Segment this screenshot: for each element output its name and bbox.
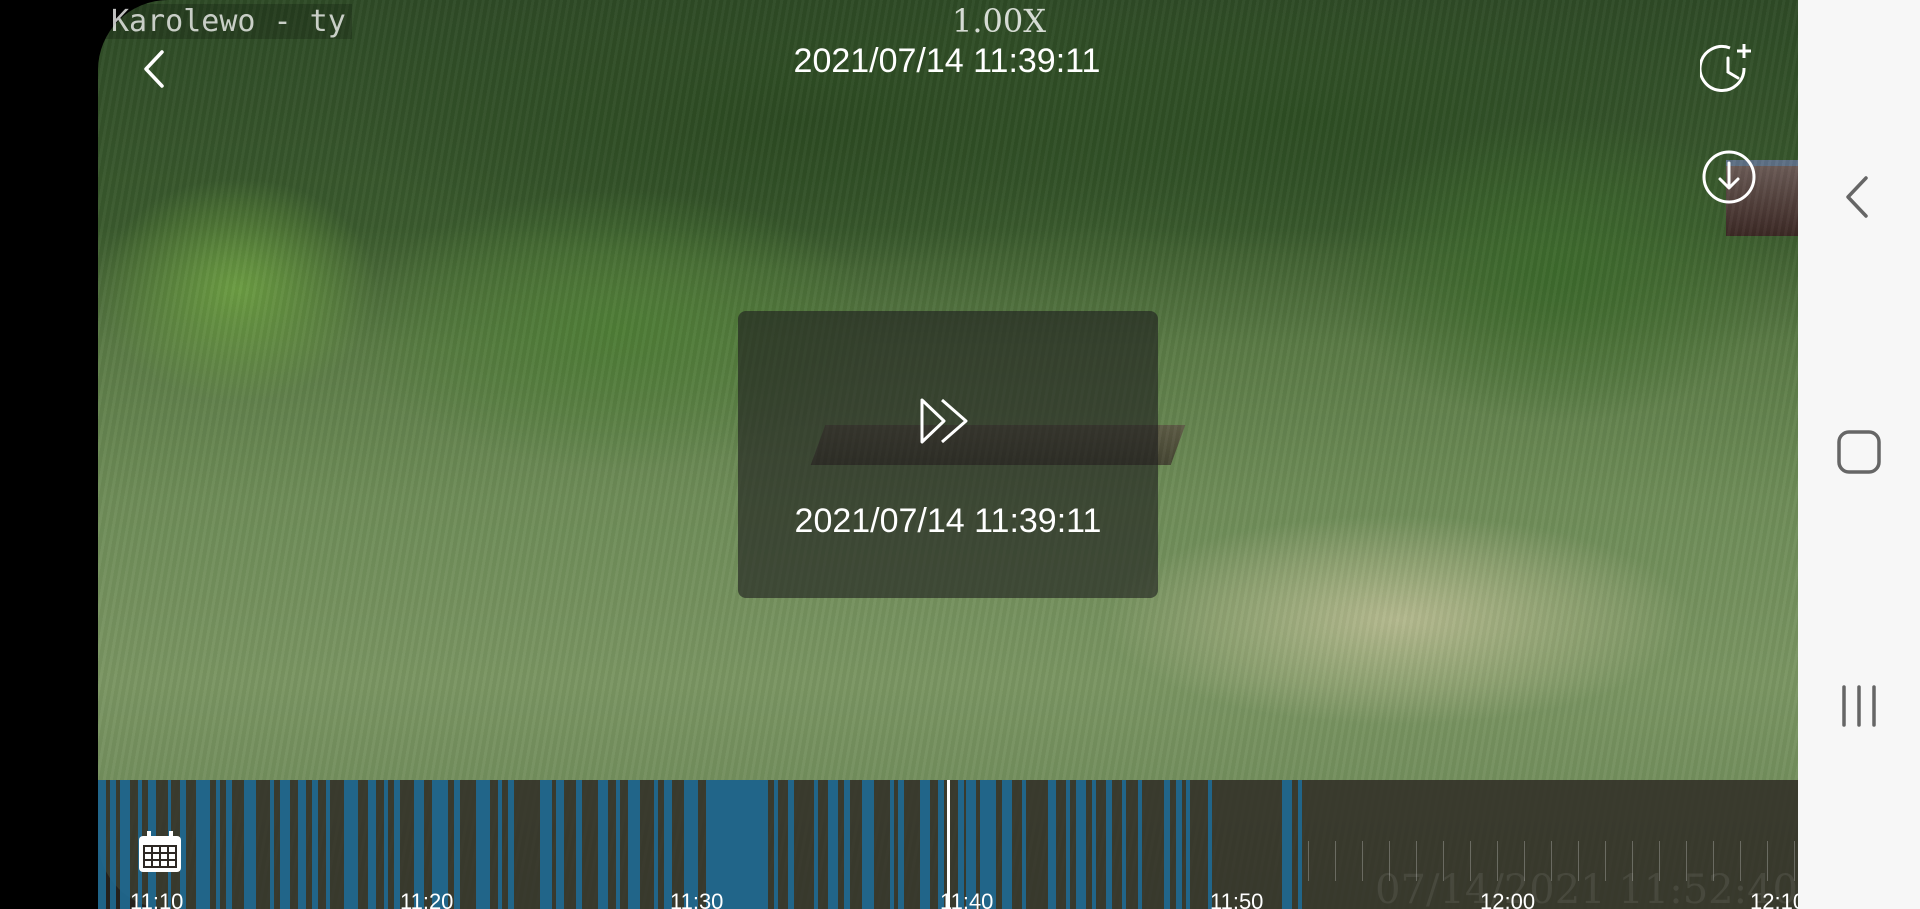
recording-segment (576, 780, 582, 909)
recording-segment (110, 780, 116, 909)
recording-segment (774, 780, 778, 909)
nav-home-icon (1837, 430, 1881, 474)
recording-segment (280, 780, 290, 909)
nav-recents-icon (1842, 685, 1876, 727)
recording-segment (344, 780, 358, 909)
recording-segment (226, 780, 232, 909)
nav-back-button[interactable] (1834, 172, 1884, 222)
recording-segment (1076, 780, 1086, 909)
recording-segment (196, 780, 210, 909)
recording-segment (598, 780, 608, 909)
recording-segment (508, 780, 514, 909)
recording-segment (368, 780, 376, 909)
timeline-label: 12:10 (1750, 889, 1798, 909)
playback-timestamp: 2021/07/14 11:39:11 (793, 42, 1101, 80)
recording-segment (216, 780, 220, 909)
download-icon (1702, 150, 1756, 204)
recording-segment (1138, 780, 1142, 909)
recording-segment (920, 780, 930, 909)
recording-segment (1282, 780, 1292, 909)
nav-home-button[interactable] (1834, 427, 1884, 477)
recording-segment (1298, 780, 1302, 909)
recording-segment (890, 780, 894, 909)
recording-segment (1048, 780, 1056, 909)
timeline-watermark: 07/14/2021 11:52:40 (1375, 867, 1798, 909)
calendar-button[interactable] (136, 828, 184, 876)
recording-segment (298, 780, 306, 909)
calendar-icon (139, 831, 181, 872)
fast-forward-button[interactable] (918, 396, 974, 446)
fast-forward-icon (920, 398, 968, 444)
camera-osd-label: Karolewo - ty (105, 4, 352, 39)
timeline-label: 11:40 (940, 889, 994, 909)
recording-segment (244, 780, 256, 909)
recording-segment (788, 780, 794, 909)
recording-segment (1176, 780, 1182, 909)
recording-segment (844, 780, 850, 909)
recording-segment (98, 780, 106, 909)
nav-back-icon (1846, 176, 1868, 218)
recording-timeline[interactable]: 07/14/2021 11:52:40 11:10 11:20 11:30 11… (98, 780, 1798, 909)
recording-segment (556, 780, 564, 909)
timeline-label: 12:00 (1480, 889, 1536, 909)
recording-segment (476, 780, 490, 909)
playback-speed-overlay: 2021/07/14 11:39:11 (738, 311, 1158, 598)
timeline-label: 11:20 (400, 889, 454, 909)
recording-segment (498, 780, 502, 909)
back-button[interactable] (138, 48, 172, 90)
recording-segment (862, 780, 874, 909)
clock-plus-icon (1698, 44, 1751, 92)
recording-segment (654, 780, 658, 909)
recording-segment (828, 780, 838, 909)
zoom-level: 1.00X (952, 2, 1047, 40)
timeline-tick (1308, 841, 1309, 881)
download-button[interactable] (1701, 149, 1757, 205)
recording-segment (120, 780, 130, 909)
recording-segment (628, 780, 640, 909)
recording-segment (540, 780, 552, 909)
recording-segment (616, 780, 620, 909)
recording-segment (1002, 780, 1012, 909)
recording-segment (1092, 780, 1096, 909)
timeline-tick (1335, 841, 1336, 881)
schedule-button[interactable] (1698, 42, 1756, 98)
chevron-left-icon (144, 50, 164, 88)
system-nav-bar (1798, 0, 1920, 909)
recording-segment (326, 780, 330, 909)
overlay-timestamp: 2021/07/14 11:39:11 (794, 502, 1102, 540)
nav-recents-button[interactable] (1834, 681, 1884, 731)
recording-segment (1122, 780, 1126, 909)
recording-segment (384, 780, 388, 909)
recording-segment (454, 780, 460, 909)
recording-segment (1066, 780, 1070, 909)
recording-segment (1164, 780, 1170, 909)
recording-segment (1106, 780, 1112, 909)
recording-segment (898, 780, 904, 909)
timeline-label: 11:30 (670, 889, 724, 909)
recording-segment (312, 780, 318, 909)
recording-segment (814, 780, 818, 909)
recording-segment (1022, 780, 1026, 909)
timeline-label: 11:10 (130, 889, 184, 909)
recording-segment (1186, 780, 1190, 909)
timeline-tick (1362, 841, 1363, 881)
timeline-label: 11:50 (1210, 889, 1264, 909)
recording-segment (270, 780, 274, 909)
